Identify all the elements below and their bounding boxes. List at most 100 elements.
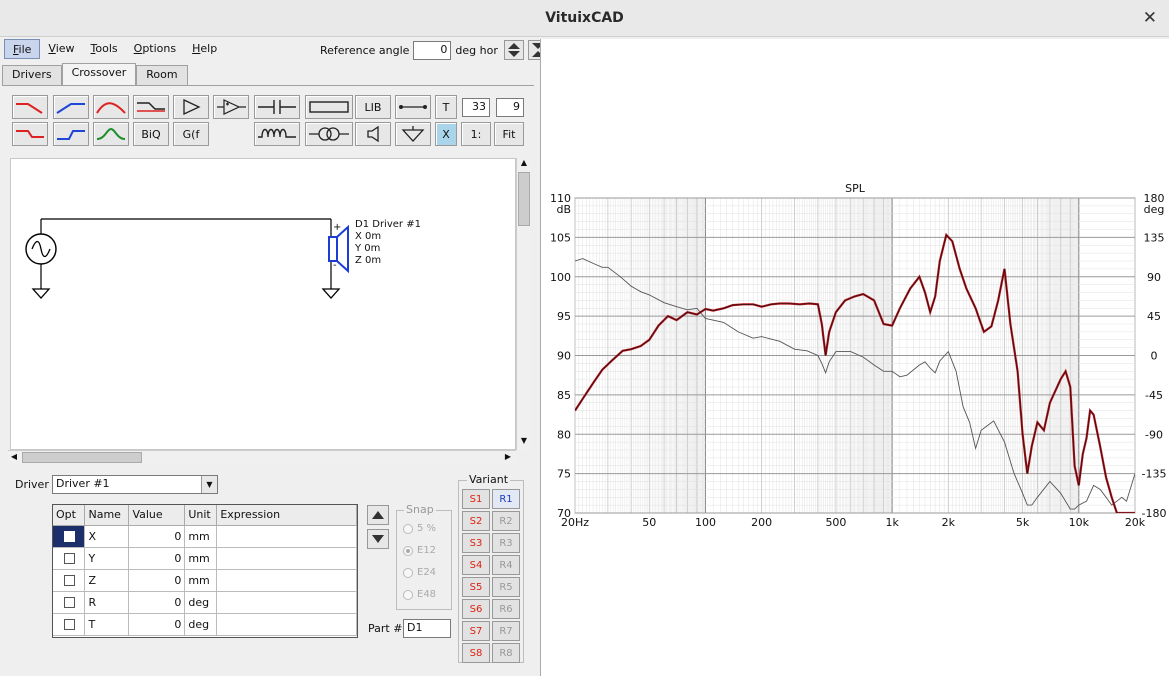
table-row[interactable]: X 0 mm: [53, 525, 357, 548]
transformer-icon[interactable]: [305, 122, 353, 146]
variant-r-button[interactable]: R1: [492, 489, 520, 509]
variant-s-button[interactable]: S8: [462, 643, 490, 663]
t-value-1[interactable]: 33: [462, 98, 490, 117]
speaker-icon[interactable]: [355, 122, 391, 146]
table-row[interactable]: Y 0 mm: [53, 547, 357, 570]
variant-r-button[interactable]: R3: [492, 533, 520, 553]
hscroll-thumb[interactable]: [22, 452, 142, 463]
angle-up-down-icon[interactable]: [503, 40, 524, 60]
table-row[interactable]: Z 0 mm: [53, 569, 357, 592]
biquad-button[interactable]: BiQ: [133, 122, 169, 146]
fit-button[interactable]: Fit: [494, 122, 524, 146]
variant-s-button[interactable]: S3: [462, 533, 490, 553]
opt-checkbox[interactable]: [64, 575, 75, 586]
t-value-2[interactable]: 9: [496, 98, 524, 117]
opt-cell[interactable]: [53, 569, 86, 592]
lowpass-filter-icon[interactable]: [12, 95, 48, 119]
schematic-vscrollbar[interactable]: ▲ ▼: [516, 158, 530, 450]
ratio-button[interactable]: 1:: [461, 122, 491, 146]
variant-r-button[interactable]: R4: [492, 555, 520, 575]
opt-cell[interactable]: [53, 525, 86, 548]
radio-button[interactable]: [403, 545, 413, 556]
driver-select[interactable]: Driver #1 ▼: [52, 475, 218, 494]
move-down-button[interactable]: [367, 529, 389, 549]
part-input[interactable]: D1: [403, 619, 451, 638]
variant-r-button[interactable]: R7: [492, 621, 520, 641]
variant-r-button[interactable]: R8: [492, 643, 520, 663]
cell-value[interactable]: 0: [128, 525, 186, 548]
radio-button[interactable]: [403, 523, 413, 534]
tab-crossover[interactable]: Crossover: [61, 63, 137, 85]
snap-option[interactable]: E48: [403, 589, 436, 600]
scroll-down-icon[interactable]: ▼: [518, 436, 530, 448]
opt-cell[interactable]: [53, 591, 86, 614]
highpass-filter-icon[interactable]: [53, 95, 89, 119]
cell-expr[interactable]: [216, 525, 357, 548]
table-row[interactable]: T 0 deg: [53, 613, 357, 636]
shelf-filter-icon[interactable]: [133, 95, 169, 119]
capacitor-icon[interactable]: [254, 95, 300, 119]
schematic-hscrollbar[interactable]: ◀ ▶: [8, 450, 516, 464]
tab-drivers[interactable]: Drivers: [2, 65, 62, 85]
cell-value[interactable]: 0: [128, 613, 186, 636]
text-tool-button[interactable]: T: [435, 95, 457, 119]
column-header[interactable]: Name: [84, 505, 130, 526]
variant-s-button[interactable]: S1: [462, 489, 490, 509]
radio-button[interactable]: [403, 567, 413, 578]
cell-value[interactable]: 0: [128, 591, 186, 614]
opt-checkbox[interactable]: [64, 619, 75, 630]
cell-expr[interactable]: [216, 569, 357, 592]
menu-tools[interactable]: Tools: [83, 39, 126, 59]
highpass-alt-icon[interactable]: [53, 122, 89, 146]
spl-chart[interactable]: 20Hz 50 100 200 500 1k 2k 5k 10k 20k7075808590951…: [541, 39, 1169, 676]
gf-button[interactable]: G(f: [173, 122, 209, 146]
ground-icon[interactable]: [395, 122, 431, 146]
cell-expr[interactable]: [216, 547, 357, 570]
variant-r-button[interactable]: R5: [492, 577, 520, 597]
schematic-canvas[interactable]: + - D1 Driver #1 X 0m Y 0m Z 0m: [10, 158, 516, 450]
wire-icon[interactable]: [395, 95, 431, 119]
snap-option[interactable]: E12: [403, 545, 436, 556]
opt-checkbox[interactable]: [64, 531, 75, 542]
menu-view[interactable]: View: [40, 39, 82, 59]
variant-r-button[interactable]: R2: [492, 511, 520, 531]
snap-option[interactable]: 5 %: [403, 523, 436, 534]
allpass-filter-icon[interactable]: [93, 122, 129, 146]
opt-cell[interactable]: [53, 613, 86, 636]
variant-s-button[interactable]: S5: [462, 577, 490, 597]
column-header[interactable]: Unit: [184, 505, 218, 526]
chevron-down-icon[interactable]: ▼: [201, 476, 217, 493]
amplifier-icon[interactable]: [173, 95, 209, 119]
variant-s-button[interactable]: S7: [462, 621, 490, 641]
opt-checkbox[interactable]: [64, 553, 75, 564]
scroll-right-icon[interactable]: ▶: [502, 452, 514, 464]
cell-expr[interactable]: [216, 591, 357, 614]
scroll-up-icon[interactable]: ▲: [518, 158, 530, 170]
cell-value[interactable]: 0: [128, 547, 186, 570]
opamp-icon[interactable]: [213, 95, 249, 119]
resistor-icon[interactable]: [305, 95, 353, 119]
variant-s-button[interactable]: S4: [462, 555, 490, 575]
bandpass-filter-icon[interactable]: [93, 95, 129, 119]
menu-file[interactable]: File: [4, 39, 41, 59]
radio-button[interactable]: [403, 589, 413, 600]
library-button[interactable]: LIB: [355, 95, 391, 119]
variant-s-button[interactable]: S2: [462, 511, 490, 531]
cell-expr[interactable]: [216, 613, 357, 636]
cell-value[interactable]: 0: [128, 569, 186, 592]
column-header[interactable]: Expression: [216, 505, 357, 526]
table-row[interactable]: R 0 deg: [53, 591, 357, 614]
x-toggle-button[interactable]: X: [435, 122, 457, 146]
variant-s-button[interactable]: S6: [462, 599, 490, 619]
menu-help[interactable]: Help: [184, 39, 225, 59]
column-header[interactable]: Value: [128, 505, 186, 526]
variant-r-button[interactable]: R6: [492, 599, 520, 619]
inductor-icon[interactable]: [254, 122, 300, 146]
scroll-left-icon[interactable]: ◀: [8, 452, 20, 464]
column-header[interactable]: Opt: [53, 505, 86, 526]
close-icon[interactable]: ✕: [1143, 8, 1157, 28]
vscroll-thumb[interactable]: [518, 172, 530, 226]
tab-room[interactable]: Room: [136, 65, 188, 85]
menu-options[interactable]: Options: [126, 39, 184, 59]
lowpass-alt-icon[interactable]: [12, 122, 48, 146]
